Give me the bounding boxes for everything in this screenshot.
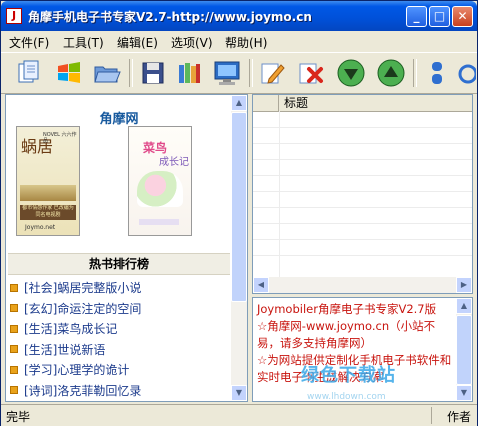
scroll-thumb[interactable] bbox=[456, 315, 472, 385]
status-text: 完毕 bbox=[6, 410, 31, 424]
cover-footer: Joymo.net bbox=[25, 224, 56, 231]
cover-footer-bar bbox=[139, 219, 179, 225]
column-header-blank[interactable] bbox=[253, 95, 279, 111]
cover-subtitle: 成长记 bbox=[159, 157, 189, 168]
arrow-up-icon[interactable] bbox=[375, 57, 407, 89]
book-link[interactable]: [社会]蜗居完整版小说 bbox=[24, 281, 141, 295]
watermark-text: 绿色下载站 bbox=[301, 365, 396, 386]
list-item[interactable]: [诗词]洛克菲勒回忆录 bbox=[10, 381, 230, 402]
windows-logo-icon[interactable] bbox=[53, 57, 85, 89]
app-book-icon[interactable]: J bbox=[6, 8, 22, 24]
file-list[interactable]: 标题 ◀ ▶ bbox=[252, 94, 473, 294]
menu-options[interactable]: 选项(V) bbox=[171, 34, 213, 51]
delete-x-icon[interactable] bbox=[295, 57, 327, 89]
menu-help[interactable]: 帮助(H) bbox=[225, 34, 267, 51]
new-document-icon[interactable] bbox=[13, 57, 45, 89]
bullet-icon bbox=[10, 345, 18, 353]
scroll-up-arrow-icon[interactable]: ▲ bbox=[456, 298, 472, 314]
grid-row-line bbox=[253, 239, 472, 240]
minimize-button[interactable]: _ bbox=[406, 6, 427, 27]
scroll-right-arrow-icon[interactable]: ▶ bbox=[456, 277, 472, 293]
grid-row-line bbox=[253, 159, 472, 160]
book-link[interactable]: [诗词]洛克菲勒回忆录 bbox=[24, 384, 141, 398]
grid-row-line bbox=[253, 191, 472, 192]
grid-row-line bbox=[253, 127, 472, 128]
book-link[interactable]: [生活]菜鸟成长记 bbox=[24, 322, 117, 336]
list-item[interactable]: [学习]心理学的诡计 bbox=[10, 360, 230, 381]
main-window: J 角摩手机电子书专家V2.7-http://www.joymo.cn _ □ … bbox=[0, 0, 478, 426]
hot-books-list: [社会]蜗居完整版小说 [玄幻]命运注定的空间 [生活]菜鸟成长记 [生活]世说… bbox=[10, 278, 230, 401]
cover-city-image bbox=[20, 185, 76, 201]
list-item[interactable]: [生活]菜鸟成长记 bbox=[10, 319, 230, 340]
maximize-button[interactable]: □ bbox=[429, 6, 450, 27]
list-horizontal-scrollbar[interactable]: ◀ ▶ bbox=[253, 277, 472, 293]
books-icon[interactable] bbox=[173, 57, 205, 89]
list-item[interactable]: [社会]蜗居完整版小说 bbox=[10, 278, 230, 299]
grid-column-line bbox=[279, 111, 280, 277]
status-divider bbox=[431, 407, 432, 424]
left-vertical-scrollbar[interactable]: ▲ ▼ bbox=[231, 95, 247, 401]
cover-band: 都市情感作家 已改编为同名电视剧 bbox=[20, 205, 76, 220]
menu-tools[interactable]: 工具(T) bbox=[63, 34, 104, 51]
left-pane: 角摩网 蜗居 NOVEL 六六作品 都市情感作家 已改编为同名电视剧 Joymo… bbox=[5, 94, 248, 402]
grid-row-line bbox=[253, 175, 472, 176]
cover-subtitle: NOVEL 六六作品 bbox=[43, 132, 77, 144]
book-cover-woju[interactable]: 蜗居 NOVEL 六六作品 都市情感作家 已改编为同名电视剧 Joymo.net bbox=[16, 126, 80, 236]
bullet-icon bbox=[10, 324, 18, 333]
list-item[interactable]: [玄幻]命运注定的空间 bbox=[10, 299, 230, 320]
book-link[interactable]: [生活]世说新语 bbox=[24, 343, 105, 357]
bullet-icon bbox=[10, 386, 18, 394]
left-pane-content: 角摩网 蜗居 NOVEL 六六作品 都市情感作家 已改编为同名电视剧 Joymo… bbox=[6, 95, 232, 401]
book-link[interactable]: [学习]心理学的诡计 bbox=[24, 363, 129, 377]
open-folder-icon[interactable] bbox=[91, 57, 123, 89]
refresh-icon[interactable] bbox=[453, 57, 477, 89]
book-cover-cainiao[interactable]: 菜鸟 成长记 bbox=[128, 126, 192, 236]
grid-row-line bbox=[253, 207, 472, 208]
bullet-icon bbox=[10, 283, 18, 292]
site-title[interactable]: 角摩网 bbox=[6, 108, 232, 127]
title-bar[interactable]: J 角摩手机电子书专家V2.7-http://www.joymo.cn _ □ … bbox=[1, 1, 477, 31]
menu-bar: 文件(F) 工具(T) 编辑(E) 选项(V) 帮助(H) bbox=[1, 31, 477, 51]
hot-books-header: 热书排行榜 bbox=[8, 253, 230, 275]
scroll-up-arrow-icon[interactable]: ▲ bbox=[231, 95, 247, 111]
grid-row-line bbox=[253, 143, 472, 144]
toolbar bbox=[1, 52, 477, 94]
bullet-icon bbox=[10, 304, 18, 312]
arrow-down-icon[interactable] bbox=[335, 57, 367, 89]
info-vertical-scrollbar[interactable]: ▲ ▼ bbox=[456, 298, 472, 401]
monitor-icon[interactable] bbox=[211, 57, 243, 89]
status-bar: 完毕 作者 bbox=[1, 404, 477, 426]
blue-capsule-icon[interactable] bbox=[421, 57, 453, 89]
scroll-thumb[interactable] bbox=[231, 112, 247, 302]
cover-illustration bbox=[137, 171, 183, 207]
status-author: 作者 bbox=[446, 410, 471, 424]
scroll-left-arrow-icon[interactable]: ◀ bbox=[253, 277, 269, 293]
scroll-down-arrow-icon[interactable]: ▼ bbox=[231, 385, 247, 401]
grid-row-line bbox=[253, 255, 472, 256]
toolbar-separator bbox=[129, 59, 133, 87]
close-button[interactable]: ✕ bbox=[452, 6, 473, 27]
list-item[interactable]: [生活]世说新语 bbox=[10, 340, 230, 361]
watermark-url: www.lhdown.com bbox=[307, 392, 386, 402]
toolbar-separator bbox=[413, 59, 417, 87]
book-link[interactable]: [玄幻]命运注定的空间 bbox=[24, 302, 141, 316]
column-header-title[interactable]: 标题 bbox=[279, 95, 472, 111]
scroll-down-arrow-icon[interactable]: ▼ bbox=[456, 385, 472, 401]
toolbar-separator bbox=[249, 59, 253, 87]
grid-row-line bbox=[253, 223, 472, 224]
edit-pencil-icon[interactable] bbox=[257, 57, 289, 89]
window-title: 角摩手机电子书专家V2.7-http://www.joymo.cn bbox=[28, 10, 312, 24]
bullet-icon bbox=[10, 365, 18, 374]
menu-file[interactable]: 文件(F) bbox=[9, 34, 49, 51]
save-disk-icon[interactable] bbox=[137, 57, 169, 89]
list-header: 标题 bbox=[253, 95, 472, 112]
menu-edit[interactable]: 编辑(E) bbox=[117, 34, 158, 51]
